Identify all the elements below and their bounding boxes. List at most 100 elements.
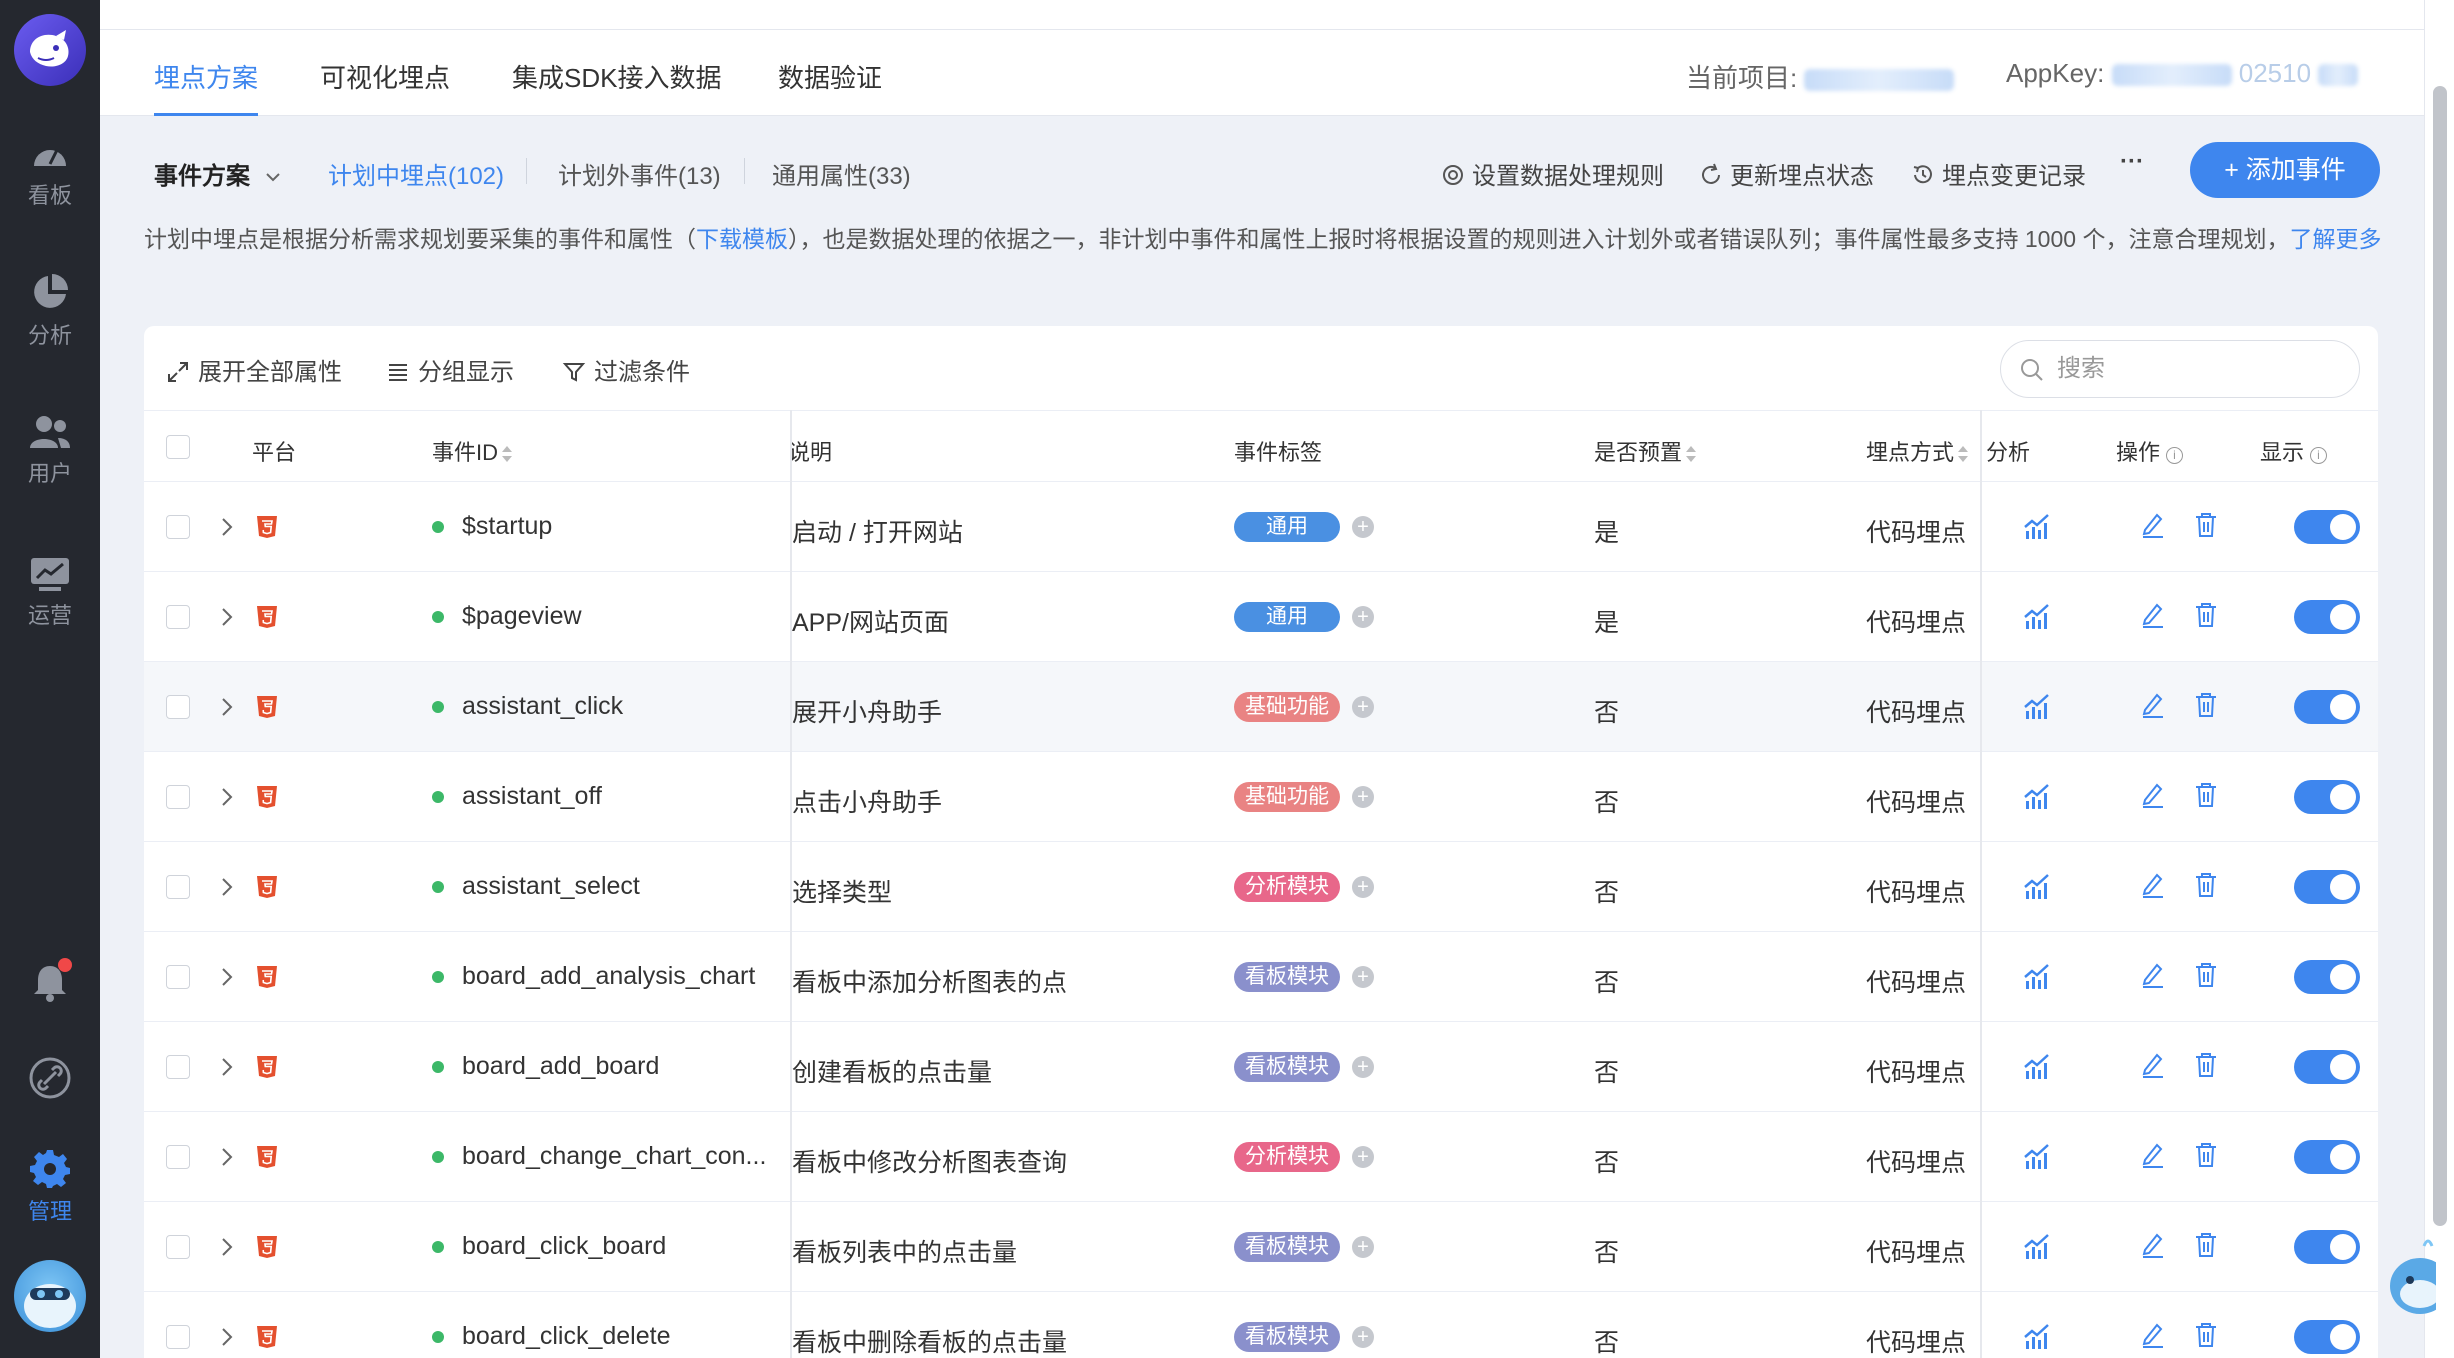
row-checkbox[interactable]: [166, 1055, 190, 1079]
data-rules-button[interactable]: 设置数据处理规则: [1440, 156, 1664, 191]
delete-trash-icon[interactable]: [2194, 1231, 2218, 1259]
expand-row-chevron-icon[interactable]: [220, 517, 234, 537]
display-toggle[interactable]: [2294, 780, 2360, 814]
display-toggle[interactable]: [2294, 960, 2360, 994]
event-id[interactable]: $startup: [462, 512, 552, 541]
delete-trash-icon[interactable]: [2194, 601, 2218, 629]
expand-row-chevron-icon[interactable]: [220, 1237, 234, 1257]
update-status-button[interactable]: 更新埋点状态: [1698, 156, 1874, 191]
add-event-button[interactable]: + 添加事件: [2190, 142, 2380, 198]
current-project[interactable]: 当前项目:: [1686, 58, 1955, 95]
delete-trash-icon[interactable]: [2194, 691, 2218, 719]
group-display-button[interactable]: 分组显示: [386, 352, 514, 387]
sort-icon[interactable]: [1958, 445, 1969, 463]
event-id[interactable]: board_add_analysis_chart: [462, 962, 755, 991]
user-avatar[interactable]: [14, 1260, 86, 1332]
col-event-id[interactable]: 事件ID: [432, 435, 513, 467]
row-checkbox[interactable]: [166, 1325, 190, 1349]
scrollbar-thumb[interactable]: [2433, 86, 2447, 1226]
display-toggle[interactable]: [2294, 1050, 2360, 1084]
display-toggle[interactable]: [2294, 1140, 2360, 1174]
info-icon[interactable]: i: [2310, 447, 2328, 464]
col-preset[interactable]: 是否预置: [1594, 435, 1697, 467]
expand-row-chevron-icon[interactable]: [220, 877, 234, 897]
table-row[interactable]: assistant_select 选择类型 分析模块 + 否 代码埋点: [144, 842, 2378, 932]
event-id[interactable]: board_change_chart_con...: [462, 1142, 766, 1171]
edit-pencil-icon[interactable]: [2140, 871, 2166, 899]
sidebar-item-analysis[interactable]: 分析: [0, 272, 100, 350]
sort-icon[interactable]: [502, 445, 513, 463]
expand-row-chevron-icon[interactable]: [220, 1147, 234, 1167]
edit-pencil-icon[interactable]: [2140, 1231, 2166, 1259]
add-tag-icon[interactable]: +: [1352, 1146, 1374, 1168]
analysis-chart-icon[interactable]: [2022, 1141, 2052, 1171]
table-row[interactable]: $startup 启动 / 打开网站 通用 + 是 代码埋点: [144, 482, 2378, 572]
expand-all-button[interactable]: 展开全部属性: [166, 352, 342, 387]
analysis-chart-icon[interactable]: [2022, 1231, 2052, 1261]
expand-row-chevron-icon[interactable]: [220, 967, 234, 987]
col-method[interactable]: 埋点方式: [1866, 435, 1969, 467]
edit-pencil-icon[interactable]: [2140, 1321, 2166, 1349]
event-id[interactable]: board_click_delete: [462, 1322, 670, 1351]
delete-trash-icon[interactable]: [2194, 1051, 2218, 1079]
change-history-button[interactable]: 埋点变更记录: [1910, 156, 2086, 191]
sidebar-item-manage[interactable]: 管理: [0, 1148, 100, 1226]
download-template-link[interactable]: 下载模板: [696, 226, 788, 252]
edit-pencil-icon[interactable]: [2140, 691, 2166, 719]
add-tag-icon[interactable]: +: [1352, 1056, 1374, 1078]
row-checkbox[interactable]: [166, 875, 190, 899]
analysis-chart-icon[interactable]: [2022, 1321, 2052, 1351]
edit-pencil-icon[interactable]: [2140, 1051, 2166, 1079]
search-input[interactable]: [2057, 351, 2337, 387]
row-checkbox[interactable]: [166, 1235, 190, 1259]
integration-link[interactable]: [28, 1056, 72, 1105]
event-id[interactable]: assistant_select: [462, 872, 640, 901]
filter-button[interactable]: 过滤条件: [562, 352, 690, 387]
add-tag-icon[interactable]: +: [1352, 966, 1374, 988]
edit-pencil-icon[interactable]: [2140, 511, 2166, 539]
edit-pencil-icon[interactable]: [2140, 781, 2166, 809]
sort-icon[interactable]: [1686, 445, 1697, 463]
notification-bell[interactable]: [32, 958, 72, 1007]
more-options-button[interactable]: ···: [2120, 148, 2144, 176]
tab-tracking-plan[interactable]: 埋点方案: [154, 58, 259, 116]
add-tag-icon[interactable]: +: [1352, 696, 1374, 718]
table-row[interactable]: board_click_delete 看板中删除看板的点击量 看板模块 + 否 …: [144, 1292, 2378, 1358]
add-tag-icon[interactable]: +: [1352, 876, 1374, 898]
delete-trash-icon[interactable]: [2194, 871, 2218, 899]
subtab-common-properties[interactable]: 通用属性(33): [772, 156, 911, 191]
subtab-planned-events[interactable]: 计划中埋点(102): [328, 156, 504, 191]
expand-row-chevron-icon[interactable]: [220, 1057, 234, 1077]
display-toggle[interactable]: [2294, 870, 2360, 904]
tab-sdk-integration[interactable]: 集成SDK接入数据: [512, 58, 721, 116]
row-checkbox[interactable]: [166, 965, 190, 989]
add-tag-icon[interactable]: +: [1352, 786, 1374, 808]
display-toggle[interactable]: [2294, 1230, 2360, 1264]
display-toggle[interactable]: [2294, 600, 2360, 634]
row-checkbox[interactable]: [166, 605, 190, 629]
event-id[interactable]: assistant_click: [462, 692, 623, 721]
expand-row-chevron-icon[interactable]: [220, 787, 234, 807]
help-assistant-mascot[interactable]: [2380, 1236, 2450, 1316]
row-checkbox[interactable]: [166, 1145, 190, 1169]
sidebar-item-users[interactable]: 用户: [0, 414, 100, 488]
table-row[interactable]: $pageview APP/网站页面 通用 + 是 代码埋点: [144, 572, 2378, 662]
analysis-chart-icon[interactable]: [2022, 781, 2052, 811]
delete-trash-icon[interactable]: [2194, 781, 2218, 809]
analysis-chart-icon[interactable]: [2022, 1051, 2052, 1081]
tab-visual-tracking[interactable]: 可视化埋点: [320, 58, 450, 116]
delete-trash-icon[interactable]: [2194, 511, 2218, 539]
subtab-unplanned-events[interactable]: 计划外事件(13): [558, 156, 721, 191]
edit-pencil-icon[interactable]: [2140, 1141, 2166, 1169]
tab-data-verification[interactable]: 数据验证: [778, 58, 882, 116]
event-id[interactable]: board_add_board: [462, 1052, 659, 1081]
table-row[interactable]: assistant_click 展开小舟助手 基础功能 + 否 代码埋点: [144, 662, 2378, 752]
row-checkbox[interactable]: [166, 695, 190, 719]
event-scheme-dropdown[interactable]: 事件方案: [154, 156, 281, 191]
analysis-chart-icon[interactable]: [2022, 601, 2052, 631]
analysis-chart-icon[interactable]: [2022, 511, 2052, 541]
table-row[interactable]: board_add_board 创建看板的点击量 看板模块 + 否 代码埋点: [144, 1022, 2378, 1112]
row-checkbox[interactable]: [166, 785, 190, 809]
delete-trash-icon[interactable]: [2194, 1321, 2218, 1349]
event-id[interactable]: board_click_board: [462, 1232, 666, 1261]
